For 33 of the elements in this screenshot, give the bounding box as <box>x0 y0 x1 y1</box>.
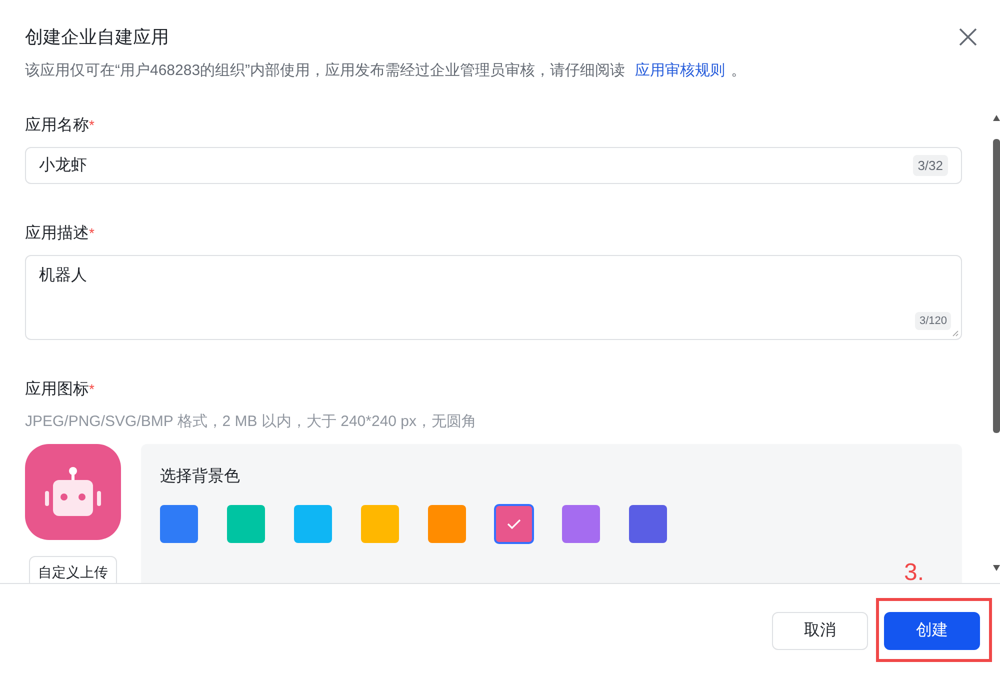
color-swatch[interactable] <box>294 505 332 543</box>
name-label: 应用名称 <box>25 117 89 134</box>
icon-label: 应用图标 <box>25 381 89 398</box>
required-mark: * <box>89 117 94 133</box>
required-mark: * <box>89 381 94 397</box>
check-icon <box>507 519 521 529</box>
close-icon[interactable] <box>958 27 978 47</box>
description-value: 机器人 <box>39 267 87 284</box>
description-label: 应用描述 <box>25 225 89 242</box>
create-button[interactable]: 创建 <box>884 612 980 650</box>
upload-button[interactable]: 自定义上传 <box>29 556 117 583</box>
cancel-button[interactable]: 取消 <box>772 612 868 650</box>
color-swatch[interactable] <box>629 505 667 543</box>
name-input[interactable]: 小龙虾 3/32 <box>25 147 962 184</box>
notice-text: 该应用仅可在“用户468283的组织”内部使用，应用发布需经过企业管理员审核，请仔细阅读 应用审核规则 。 <box>25 61 748 81</box>
robot-app-icon <box>25 444 121 540</box>
color-swatch[interactable] <box>494 504 534 544</box>
name-value: 小龙虾 <box>39 156 87 176</box>
resize-handle-icon[interactable] <box>952 330 959 337</box>
color-swatch[interactable] <box>428 505 466 543</box>
icon-hint: JPEG/PNG/SVG/BMP 格式，2 MB 以内，大于 240*240 px，无圆角 <box>25 412 478 432</box>
color-swatch[interactable] <box>227 505 265 543</box>
background-title: 选择背景色 <box>160 466 241 487</box>
annotation-label: 3. <box>904 560 924 586</box>
color-swatch[interactable] <box>361 505 399 543</box>
description-input[interactable]: 机器人 3/120 <box>25 255 962 340</box>
dialog-title: 创建企业自建应用 <box>25 26 169 49</box>
color-swatch[interactable] <box>160 505 198 543</box>
char-counter: 3/120 <box>915 312 951 330</box>
color-swatch[interactable] <box>562 505 600 543</box>
char-counter: 3/32 <box>912 154 948 176</box>
review-rules-link[interactable]: 应用审核规则 <box>635 62 726 79</box>
required-mark: * <box>89 225 94 241</box>
